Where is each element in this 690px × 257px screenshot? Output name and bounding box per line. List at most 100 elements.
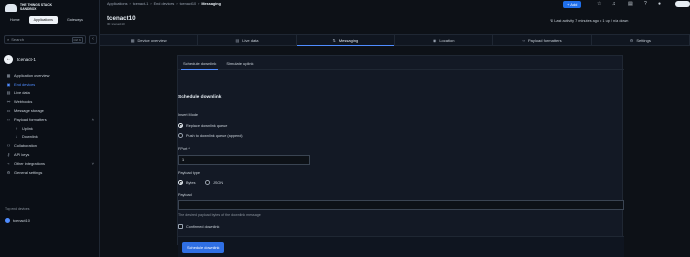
breadcrumb: Applications › tcenact-1 › End devices ›… [107,2,221,6]
grid-icon: ▦ [130,37,135,43]
sidebar-item-other-integrations[interactable]: ⌁ Other integrations ˅ [4,159,98,168]
confirmed-downlink-checkbox[interactable]: Confirmed downlink [178,224,219,229]
top-device-item[interactable]: tcenact10 [5,218,30,223]
chart-icon: ▤ [6,90,11,96]
search-placeholder: Search [11,37,24,42]
grid-icon: ▦ [6,72,11,78]
payload-help-text: The desired payload bytes of the downlin… [178,213,261,217]
people-icon: ⚇ [6,143,11,149]
application-header: ← tcenact-1 [4,55,36,64]
cloud-logo-icon [675,1,690,7]
breadcrumb-separator-icon: › [198,2,200,6]
radio-unchecked-icon [205,180,210,185]
tab-payload-formatters[interactable]: ‹› Payload formatters [493,35,592,45]
sidebar-item-live-data[interactable]: ▤ Live data [4,89,98,98]
collapse-sidebar-button[interactable]: ‹ [89,35,97,44]
search-shortcut: Ctrl K [71,36,83,43]
avatar-icon[interactable]: ● [658,1,661,7]
arrow-up-icon: ↑ [15,125,18,131]
radio-payload-json[interactable]: JSON [205,180,223,185]
status-dot-icon: ↯ [550,19,554,23]
gear-icon: ⚙ [6,169,11,175]
tab-messaging[interactable]: ⇅ Messaging [296,35,395,46]
tab-device-overview[interactable]: ▦ Device overview [100,35,199,45]
top-devices-heading: Top end devices [5,207,30,211]
sidebar-item-application-overview[interactable]: ▦ Application overview [4,71,98,80]
form-title: Schedule downlink [178,95,222,100]
form-footer: Schedule downlink [178,236,624,257]
status-text: Last activity 7 minutes ago • 1 up / n/a… [554,19,629,23]
sidebar-item-api-keys[interactable]: ⚷ API keys [4,150,98,159]
header-actions: + Add ☆ ♫ ▤ ? ● ↯ Last activity 7 minute… [550,0,690,34]
breadcrumb-applications[interactable]: Applications [107,2,127,6]
nav-gateways[interactable]: Gateways [62,16,88,24]
tab-settings[interactable]: ⚙ Settings [592,35,690,45]
search-icon: ⌕ [7,37,10,42]
arrow-down-icon: ↓ [15,134,18,140]
star-icon[interactable]: ☆ [597,1,601,7]
radio-payload-bytes[interactable]: Bytes [178,180,196,185]
bell-icon[interactable]: ♫ [612,1,616,7]
radio-checked-icon [178,123,183,128]
breadcrumb-end-devices[interactable]: End devices [154,2,175,6]
swap-icon: ⇅ [332,37,336,43]
brand-logo[interactable]: THE THINGS STACK SANDBOX [5,3,52,12]
sidebar-item-downlink[interactable]: ↓ Downlink [4,133,98,142]
radio-replace-queue[interactable]: Replace downlink queue [178,123,227,128]
page-title: tcenact10 [107,15,136,22]
gear-icon: ⚙ [629,37,634,43]
sidebar-item-message-storage[interactable]: ▭ Message storage [4,106,98,115]
pin-icon: ◉ [432,37,437,43]
radio-push-queue[interactable]: Push to downlink queue (append) [178,133,243,138]
top-nav: Home Applications Gateways [5,16,88,24]
radio-unchecked-icon [178,133,183,138]
nav-home[interactable]: Home [5,16,25,24]
device-tabs: ▦ Device overview ▤ Live data ⇅ Messagin… [100,34,690,46]
code-icon: ‹› [7,116,10,122]
help-icon[interactable]: ? [644,1,647,7]
sidebar-item-general-settings[interactable]: ⚙ General settings [4,168,98,177]
plug-icon: ⌁ [7,160,10,166]
payload-input[interactable] [178,200,624,210]
breadcrumb-application[interactable]: tcenact-1 [133,2,149,6]
page-header: Applications › tcenact-1 › End devices ›… [100,0,690,34]
sidebar-item-webhooks[interactable]: ⚯ Webhooks [4,97,98,106]
chevron-down-icon: ˅ [91,160,94,166]
tab-location[interactable]: ◉ Location [395,35,494,45]
tab-live-data[interactable]: ▤ Live data [198,35,297,45]
breadcrumb-separator-icon: › [129,2,131,6]
messaging-card: Schedule downlink Simulate uplink Schedu… [177,55,624,257]
checkbox-unchecked-icon [178,224,183,229]
app-root: THE THINGS STACK SANDBOX Home Applicatio… [0,0,690,257]
add-button[interactable]: + Add [563,1,582,8]
device-status: ↯ Last activity 7 minutes ago • 1 up / n… [550,18,628,23]
insert-mode-label: Insert Mode [178,113,199,117]
schedule-downlink-form: Schedule downlink Insert Mode Replace do… [178,70,624,257]
subtab-simulate-uplink[interactable]: Simulate uplink [221,56,258,69]
subtab-schedule-downlink[interactable]: Schedule downlink [178,56,221,70]
document-icon[interactable]: ▤ [628,1,633,7]
schedule-downlink-button[interactable]: Schedule downlink [182,242,225,253]
sidebar-item-end-devices[interactable]: ▣ End devices [4,80,98,89]
back-arrow-icon[interactable]: ← [4,55,13,64]
chart-icon: ▤ [235,37,240,43]
sidebar: THE THINGS STACK SANDBOX Home Applicatio… [0,0,100,257]
breadcrumb-device[interactable]: tcenact10 [180,2,196,6]
nav-applications[interactable]: Applications [28,16,58,24]
payload-type-label: Payload type [178,171,200,175]
sidebar-search[interactable]: ⌕ Search Ctrl K [4,35,86,44]
chevron-up-icon: ˄ [91,116,94,122]
sidebar-item-collaboration[interactable]: ⚇ Collaboration [4,141,98,150]
storage-icon: ▭ [6,108,11,114]
sidebar-item-payload-formatters[interactable]: ‹› Payload formatters ˄ [4,115,98,124]
code-icon: ‹› [522,37,526,43]
sidebar-item-uplink[interactable]: ↑ Uplink [4,124,98,133]
device-dot-icon [5,218,10,223]
radio-checked-icon [178,180,183,185]
fport-input[interactable]: 1 [178,155,310,165]
device-id: ID: tcenact10 [107,22,125,26]
sidebar-menu: ▦ Application overview ▣ End devices ▤ L… [4,71,98,177]
key-icon: ⚷ [7,152,10,158]
brand-line-2: SANDBOX [20,7,37,11]
fport-label: FPort * [178,147,190,151]
